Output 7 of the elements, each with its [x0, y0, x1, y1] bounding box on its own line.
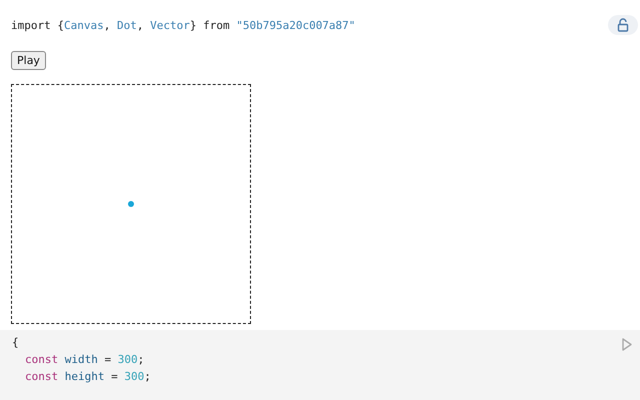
- code-line: const height = 300;: [25, 369, 151, 385]
- code-line: const width = 300;: [25, 352, 144, 368]
- lock-button[interactable]: [608, 15, 638, 35]
- play-button[interactable]: Play: [11, 51, 46, 70]
- code-line: {: [12, 335, 19, 351]
- unlock-icon: [617, 18, 629, 32]
- import-statement: import {Canvas, Dot, Vector} from "50b795a20c007a87": [11, 18, 356, 34]
